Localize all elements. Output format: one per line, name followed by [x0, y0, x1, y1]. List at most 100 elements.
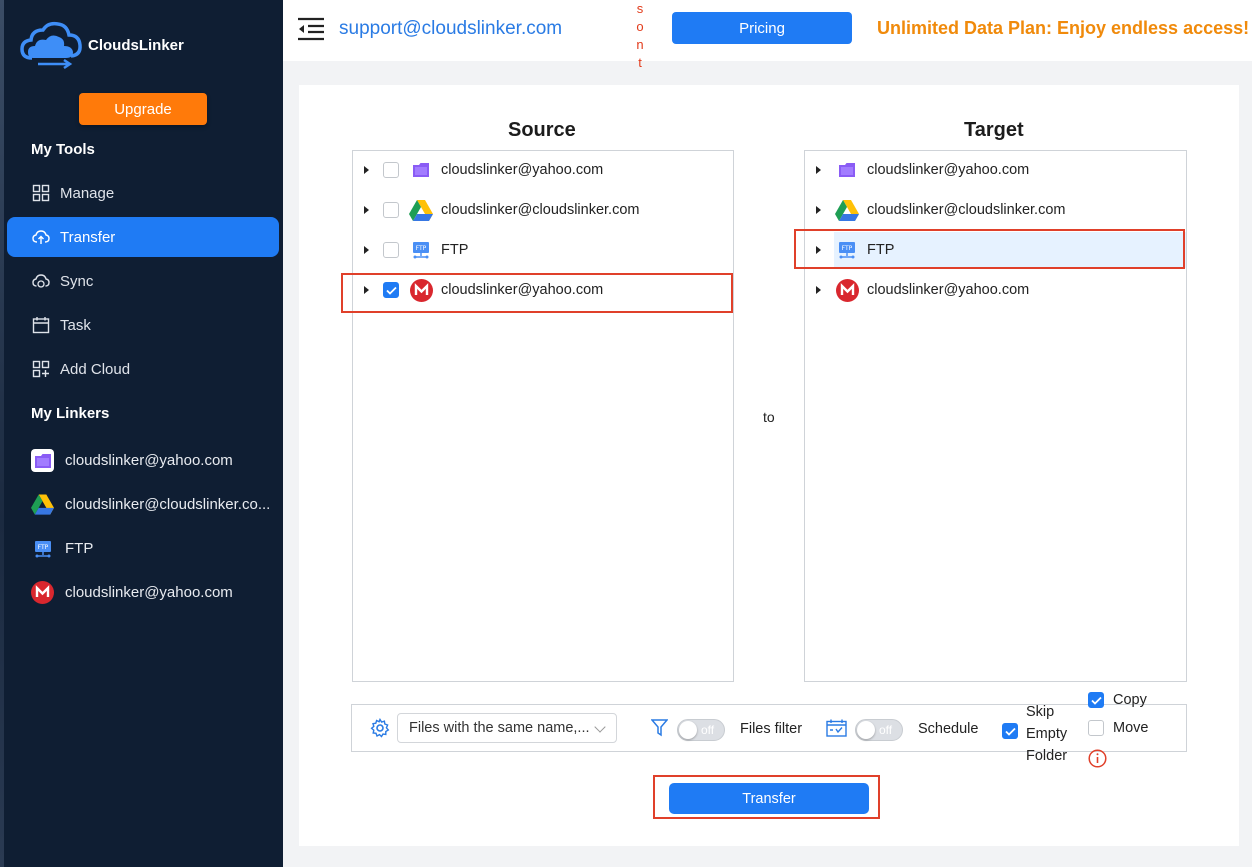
move-checkbox[interactable]: [1088, 720, 1104, 736]
copy-label: Copy: [1113, 692, 1147, 708]
source-row[interactable]: cloudslinker@cloudslinker.com: [353, 192, 733, 228]
skip-empty-folder-checkbox[interactable]: [1002, 723, 1018, 739]
sidebar-item-label: Task: [60, 316, 91, 334]
sidebar: CloudsLinker Upgrade My Tools Manage Tra…: [0, 0, 283, 867]
files-filter-toggle[interactable]: off: [677, 719, 725, 741]
toggle-text: off: [701, 723, 715, 737]
menu-collapse-icon[interactable]: [297, 17, 325, 41]
target-row[interactable]: cloudslinker@yahoo.com: [805, 272, 1186, 308]
filter-icon: [651, 719, 668, 737]
linker-item[interactable]: cloudslinker@yahoo.com: [31, 581, 233, 604]
expand-caret-icon[interactable]: [816, 246, 821, 254]
ftp-icon: FTP: [835, 238, 859, 262]
files-filter-label: Files filter: [740, 721, 803, 737]
sidebar-item-label: Manage: [60, 184, 115, 202]
sidebar-item-label: Transfer: [60, 228, 116, 246]
target-title: Target: [964, 119, 1024, 141]
purple-folder-icon: [409, 158, 433, 182]
linker-item[interactable]: FTP FTP: [31, 537, 93, 560]
sidebar-item-add-cloud[interactable]: Add Cloud: [7, 349, 279, 389]
add-grid-icon: [32, 360, 50, 378]
target-row-selected[interactable]: FTP FTP: [805, 232, 1186, 268]
svg-text:FTP: FTP: [37, 544, 48, 551]
schedule-label: Schedule: [918, 721, 979, 737]
my-tools-title: My Tools: [31, 141, 95, 158]
schedule-calendar-icon: [826, 719, 847, 737]
promo-banner[interactable]: Unlimited Data Plan: Enjoy endless acces…: [877, 18, 1249, 39]
linker-item[interactable]: cloudslinker@cloudslinker.co...: [31, 493, 270, 516]
mega-icon: [31, 581, 54, 604]
expand-caret-icon[interactable]: [816, 166, 821, 174]
expand-caret-icon[interactable]: [364, 246, 369, 254]
svg-text:FTP: FTP: [416, 245, 427, 252]
pricing-button[interactable]: Pricing: [672, 12, 852, 44]
sidebar-item-sync[interactable]: Sync: [7, 261, 279, 301]
target-row[interactable]: cloudslinker@cloudslinker.com: [805, 192, 1186, 228]
checkbox[interactable]: [383, 242, 399, 258]
support-email[interactable]: support@cloudslinker.com: [339, 18, 562, 40]
purple-folder-icon: [835, 158, 859, 182]
info-icon[interactable]: [1088, 749, 1107, 768]
target-row-label: cloudslinker@yahoo.com: [867, 162, 1030, 178]
checkbox-checked[interactable]: [383, 282, 399, 298]
target-row-label: FTP: [867, 242, 895, 258]
source-row-label: cloudslinker@yahoo.com: [441, 282, 604, 298]
same-name-select[interactable]: Files with the same name,...: [397, 713, 617, 743]
upgrade-button[interactable]: Upgrade: [79, 93, 207, 125]
sidebar-item-manage[interactable]: Manage: [7, 173, 279, 213]
vertical-text: s o n t: [636, 1, 644, 70]
select-value: Files with the same name,...: [409, 720, 590, 736]
expand-caret-icon[interactable]: [364, 206, 369, 214]
toggle-text: off: [879, 723, 893, 737]
google-drive-icon: [835, 198, 859, 222]
google-drive-icon: [409, 198, 433, 222]
linker-label: cloudslinker@cloudslinker.co...: [65, 496, 271, 513]
sidebar-edge: [0, 0, 4, 867]
sidebar-item-task[interactable]: Task: [7, 305, 279, 345]
source-row[interactable]: cloudslinker@yahoo.com: [353, 272, 733, 308]
cloud-sync-icon: [32, 274, 50, 288]
source-title: Source: [508, 119, 576, 141]
target-row-label: cloudslinker@cloudslinker.com: [867, 202, 1066, 218]
sidebar-item-label: Add Cloud: [60, 360, 131, 378]
toggle-knob: [679, 721, 697, 739]
google-drive-icon: [31, 493, 54, 516]
linker-label: cloudslinker@yahoo.com: [65, 452, 233, 469]
source-row[interactable]: cloudslinker@yahoo.com: [353, 152, 733, 188]
ftp-icon: FTP: [31, 537, 54, 560]
source-panel: cloudslinker@yahoo.com cloudslinker@clou…: [352, 150, 734, 682]
transfer-button[interactable]: Transfer: [669, 783, 869, 814]
sidebar-item-label: Sync: [60, 272, 94, 290]
copy-checkbox[interactable]: [1088, 692, 1104, 708]
checkbox[interactable]: [383, 202, 399, 218]
expand-caret-icon[interactable]: [816, 286, 821, 294]
source-row-label: cloudslinker@yahoo.com: [441, 162, 604, 178]
mega-icon: [835, 278, 859, 302]
move-label: Move: [1113, 720, 1149, 736]
expand-caret-icon[interactable]: [364, 286, 369, 294]
target-row-label: cloudslinker@yahoo.com: [867, 282, 1030, 298]
target-row[interactable]: cloudslinker@yahoo.com: [805, 152, 1186, 188]
to-label: to: [763, 409, 775, 425]
sidebar-item-transfer[interactable]: Transfer: [7, 217, 279, 257]
cloudslinker-logo-icon: [20, 21, 82, 70]
cloud-upload-icon: [32, 230, 50, 244]
source-row[interactable]: FTP FTP: [353, 232, 733, 268]
linker-label: cloudslinker@yahoo.com: [65, 584, 233, 601]
linker-item[interactable]: cloudslinker@yahoo.com: [31, 449, 233, 472]
svg-text:FTP: FTP: [842, 245, 853, 252]
ftp-icon: FTP: [409, 238, 433, 262]
checkbox[interactable]: [383, 162, 399, 178]
top-header: support@cloudslinker.com s o n t Pricing…: [283, 0, 1252, 70]
schedule-toggle[interactable]: off: [855, 719, 903, 741]
expand-caret-icon[interactable]: [816, 206, 821, 214]
skip-empty-folder-label: Skip Empty Folder: [1026, 704, 1068, 764]
expand-caret-icon[interactable]: [364, 166, 369, 174]
grid-icon: [32, 184, 50, 202]
source-row-label: cloudslinker@cloudslinker.com: [441, 202, 640, 218]
toggle-knob: [857, 721, 875, 739]
mega-icon: [409, 278, 433, 302]
brand-name: CloudsLinker: [88, 37, 184, 54]
my-linkers-title: My Linkers: [31, 405, 110, 422]
gear-icon[interactable]: [370, 718, 390, 738]
